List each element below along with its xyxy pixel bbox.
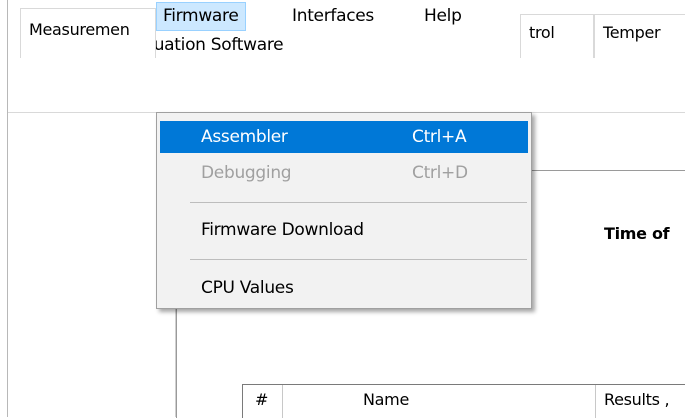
tab-control[interactable]: trol [520, 14, 594, 58]
column-header-name[interactable]: Name [283, 385, 596, 418]
firmware-dropdown-menu: Assembler Ctrl+A Debugging Ctrl+D Firmwa… [156, 112, 532, 309]
time-label: Time of [604, 224, 670, 243]
menu-item-shortcut: Ctrl+D [412, 163, 468, 183]
results-table: # Name Results , [242, 384, 685, 418]
menu-item-label: Assembler [201, 127, 288, 147]
tab-measurement[interactable]: Measuremen [20, 8, 156, 58]
menu-separator [190, 259, 527, 260]
menu-item-cpu-values[interactable]: CPU Values [160, 272, 528, 304]
menu-item-shortcut: Ctrl+A [412, 127, 467, 147]
menu-item-label: CPU Values [201, 278, 294, 298]
menu-interfaces[interactable]: Interfaces [286, 2, 380, 31]
menu-firmware[interactable]: Firmware [156, 2, 246, 31]
menu-item-debugging: Debugging Ctrl+D [160, 157, 528, 189]
menu-item-assembler[interactable]: Assembler Ctrl+A [160, 121, 528, 153]
menu-help[interactable]: Help [418, 2, 468, 31]
column-header-results[interactable]: Results , [596, 385, 685, 418]
menu-item-label: Debugging [201, 163, 292, 183]
menu-item-firmware-download[interactable]: Firmware Download [160, 214, 528, 246]
menu-separator [190, 202, 527, 203]
tab-temperature[interactable]: Temper [594, 14, 685, 58]
menu-item-label: Firmware Download [201, 220, 364, 240]
menu-bar [8, 79, 685, 112]
column-header-index[interactable]: # [243, 385, 283, 418]
left-panel [8, 160, 176, 417]
